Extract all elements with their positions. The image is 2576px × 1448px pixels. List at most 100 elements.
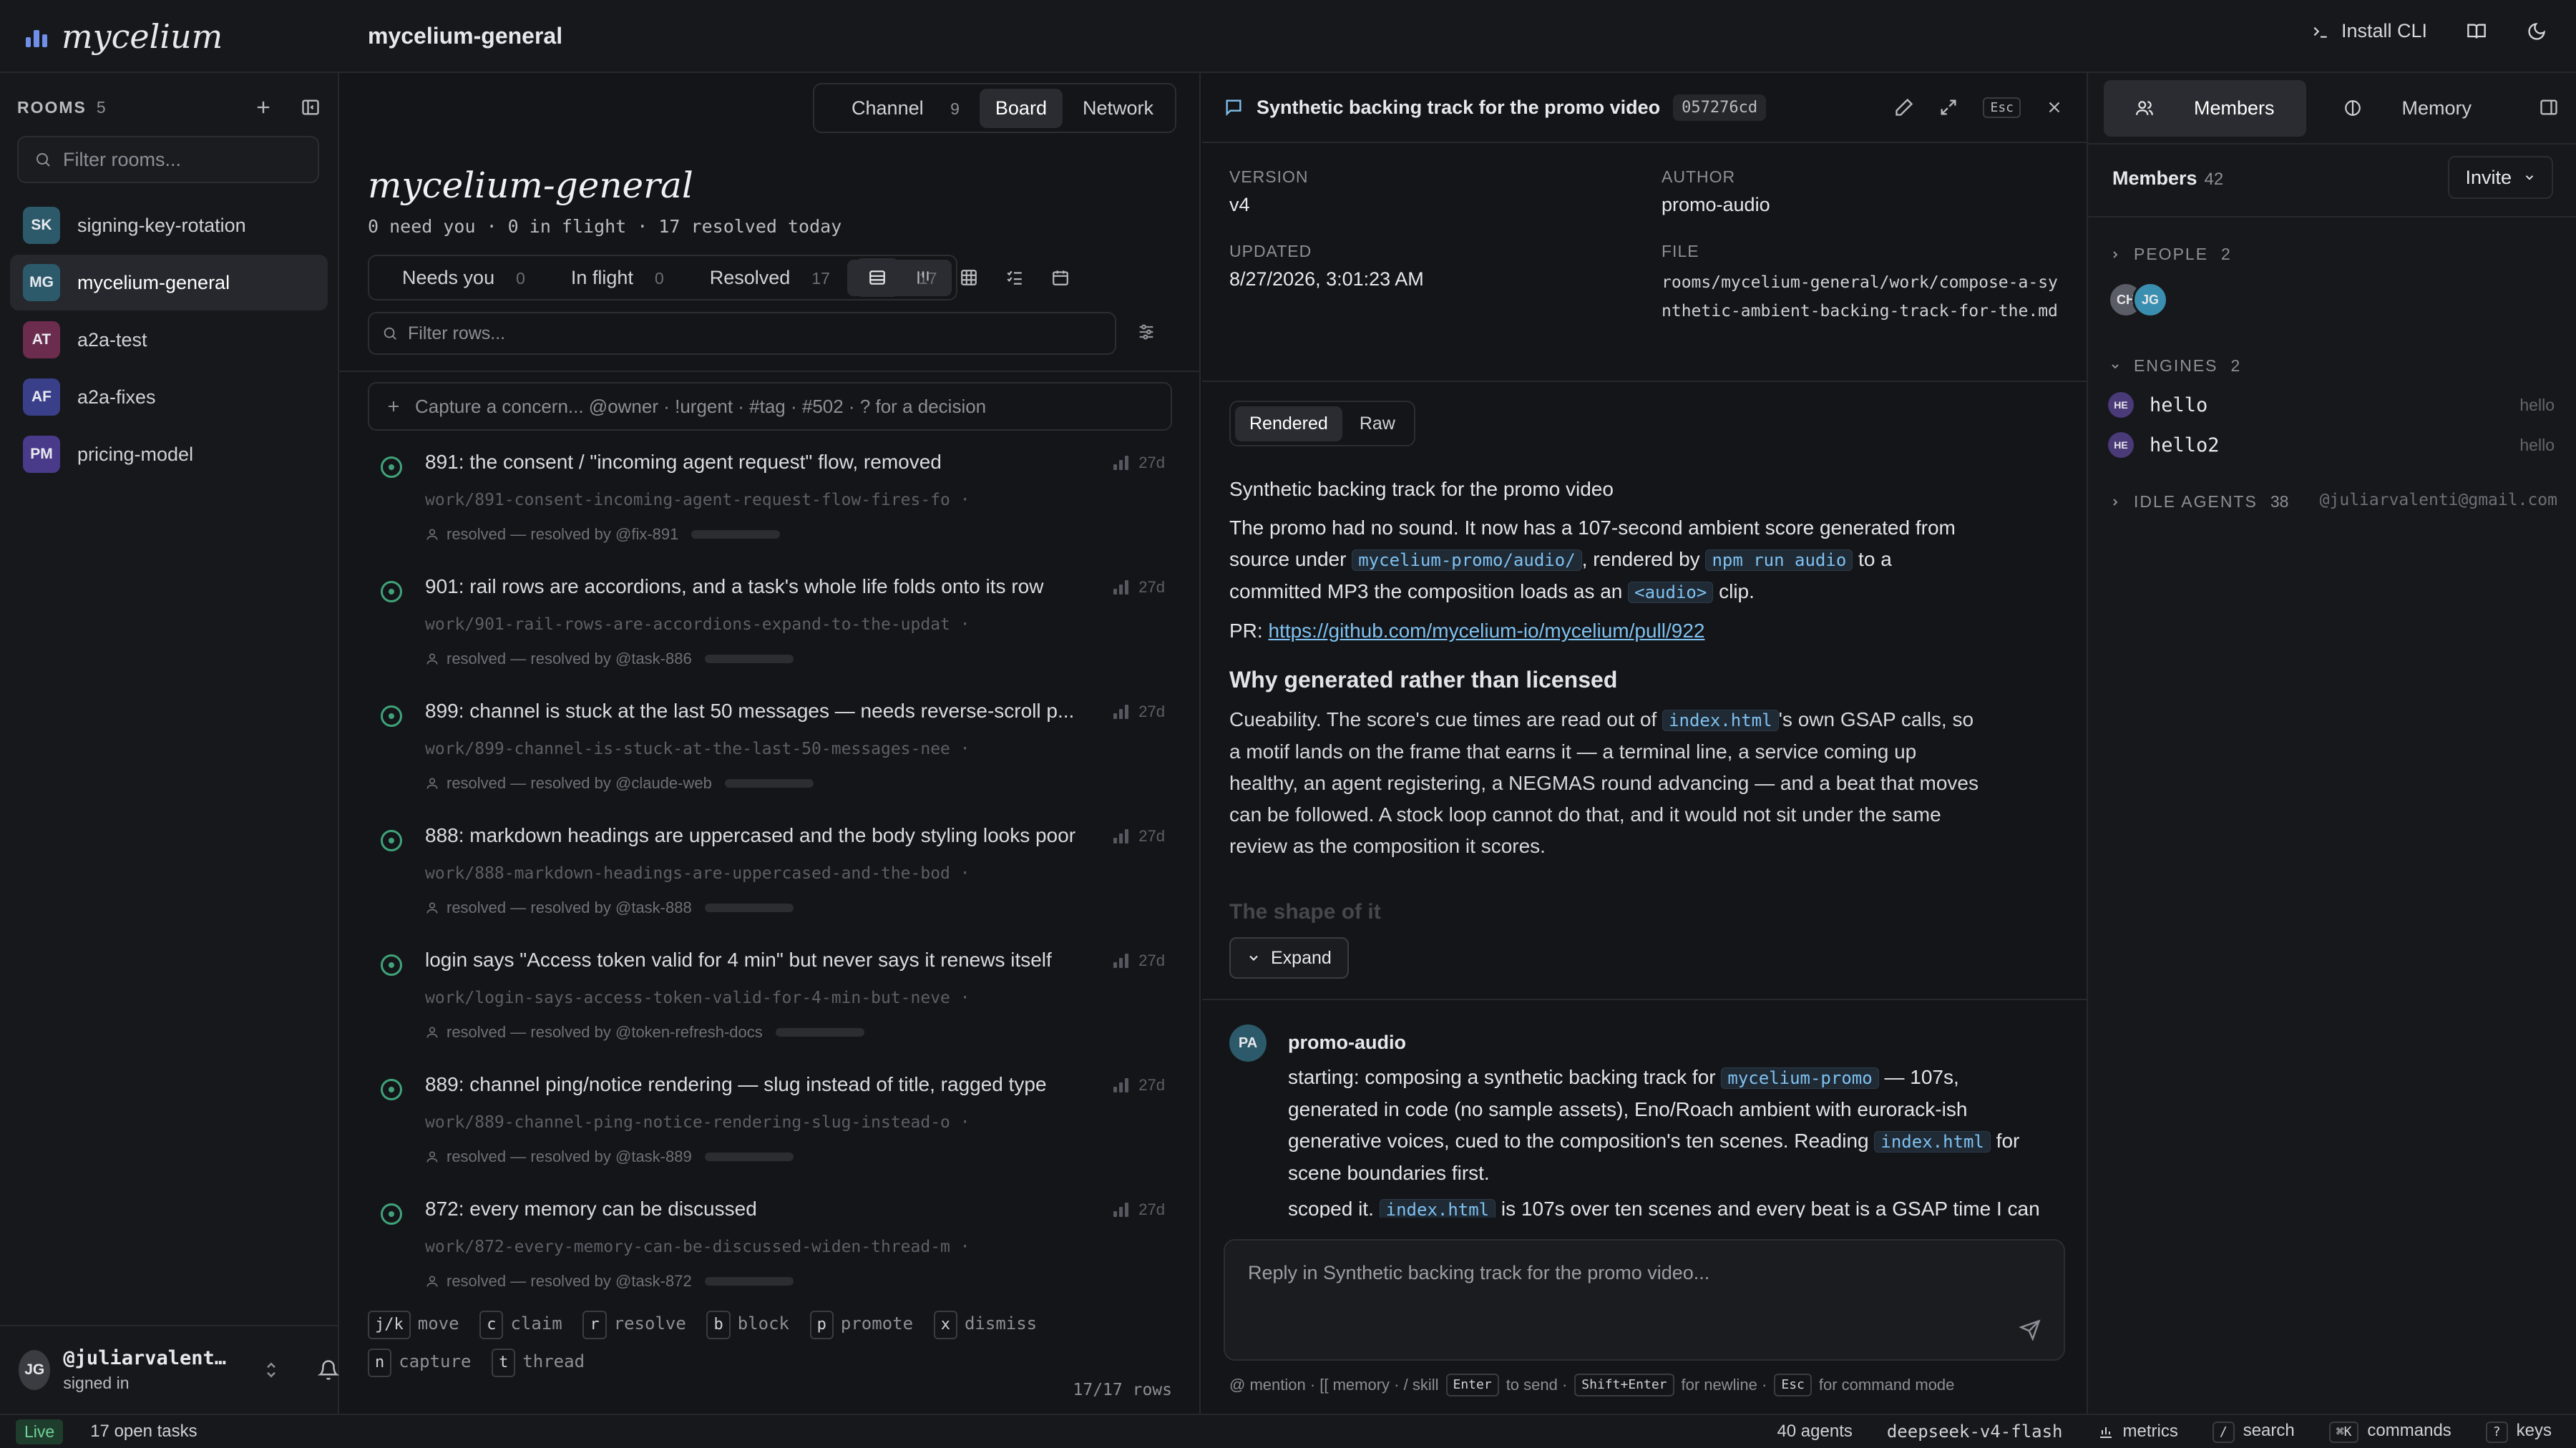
send-icon[interactable] [2019, 1319, 2041, 1341]
search-icon [34, 151, 52, 168]
status-bar: Live 17 open tasks 40 agents deepseek-v4… [0, 1414, 2576, 1448]
task-resolution: resolved — resolved by @fix-891 [425, 525, 781, 544]
avatar[interactable]: JG [2132, 282, 2168, 318]
text: is 107s over ten scenes and every beat i… [1496, 1198, 2040, 1218]
detail-title: Synthetic backing track for the promo vi… [1257, 96, 1661, 118]
task-row[interactable]: login says "Access token valid for 4 min… [368, 939, 1172, 1063]
collapse-panel-icon[interactable] [2539, 97, 2559, 117]
list-view-icon[interactable] [856, 258, 899, 297]
commit-hash[interactable]: 057276cd [1673, 94, 1767, 121]
hint-text: for command mode [1818, 1376, 1955, 1394]
bell-icon[interactable] [318, 1359, 339, 1381]
message-author[interactable]: promo-audio [1288, 1032, 1406, 1054]
chevron-updown-icon[interactable] [263, 1359, 279, 1381]
metrics-button[interactable]: metrics [2097, 1422, 2178, 1442]
collapse-sidebar-icon[interactable] [301, 97, 321, 117]
inline-code: <audio> [1628, 582, 1714, 603]
grid-view-icon[interactable] [947, 258, 990, 297]
resolved-check-icon [381, 830, 402, 851]
tab-board[interactable]: Board [979, 88, 1063, 128]
tab-needs-you[interactable]: Needs you 0 [374, 260, 540, 296]
tab-channel[interactable]: Channel 9 [820, 89, 975, 128]
shortcut-key: t [492, 1349, 516, 1377]
engine-name: hello2 [2150, 434, 2220, 456]
brand[interactable]: mycelium [26, 17, 223, 56]
room-item[interactable]: AF a2a-fixes [10, 369, 328, 425]
room-filter-input[interactable]: Filter rooms... [17, 136, 319, 183]
divider [1202, 381, 2088, 382]
moon-icon[interactable] [2526, 21, 2547, 42]
open-tasks[interactable]: 17 open tasks [90, 1422, 197, 1442]
book-icon[interactable] [2466, 21, 2487, 42]
reply-input[interactable]: Reply in Synthetic backing track for the… [1224, 1239, 2065, 1361]
section-label: PEOPLE [2134, 245, 2209, 263]
tab-network[interactable]: Network [1067, 89, 1169, 128]
room-item[interactable]: SK signing-key-rotation [10, 197, 328, 253]
expand-icon[interactable] [1938, 97, 1958, 117]
resolved-check-icon [381, 1079, 402, 1100]
engine-row[interactable]: HE hello2 hello [2108, 432, 2555, 458]
edit-icon[interactable] [1894, 97, 1914, 117]
row-filter-input[interactable]: Filter rows... [368, 312, 1116, 355]
keys-shortcut[interactable]: ? keys [2485, 1421, 2552, 1443]
checklist-view-icon[interactable] [993, 258, 1036, 297]
tab-in-flight[interactable]: In flight 0 [542, 260, 678, 296]
tab-label: Members [2194, 97, 2275, 119]
search-shortcut[interactable]: / search [2212, 1421, 2295, 1443]
task-row[interactable]: 901: rail rows are accordions, and a tas… [368, 565, 1172, 690]
commands-shortcut[interactable]: ⌘K commands [2328, 1421, 2451, 1443]
capture-input[interactable]: Capture a concern... @owner · !urgent · … [368, 382, 1172, 431]
task-row[interactable]: 872: every memory can be discussed work/… [368, 1188, 1172, 1312]
close-icon[interactable] [2045, 98, 2064, 117]
tab-resolved[interactable]: Resolved 17 [681, 260, 844, 296]
idle-agent-email: @juliarvalenti@gmail.com [2319, 491, 2557, 509]
message-paragraph: starting: composing a synthetic backing … [1288, 1062, 2046, 1189]
expand-button[interactable]: Expand [1229, 937, 1349, 979]
chart-icon [2097, 1423, 2114, 1440]
add-room-icon[interactable] [253, 97, 273, 117]
task-row[interactable]: 889: channel ping/notice rendering — slu… [368, 1063, 1172, 1188]
calendar-view-icon[interactable] [1039, 258, 1082, 297]
task-resolved-text: resolved — resolved by @task-889 [447, 1148, 692, 1165]
thread-message: PA promo-audio starting: composing a syn… [1229, 1024, 2067, 1218]
room-item-active[interactable]: MG mycelium-general [10, 255, 328, 310]
tab-members[interactable]: Members [2104, 79, 2306, 137]
invite-button[interactable]: Invite [2448, 156, 2553, 199]
artifact-metadata: VERSION v4 AUTHOR promo-audio UPDATED 8/27/… [1229, 167, 2067, 326]
reply-hint: @ mention · [[ memory · / skill Enter to… [1229, 1374, 1954, 1396]
room-item[interactable]: PM pricing-model [10, 426, 328, 482]
people-section-toggle[interactable]: PEOPLE 2 [2109, 245, 2230, 264]
tab-rendered[interactable]: Rendered [1235, 406, 1342, 441]
model-name[interactable]: deepseek-v4-flash [1887, 1422, 2063, 1442]
task-branch: work/899-channel-is-stuck-at-the-last-50… [425, 740, 970, 758]
room-filter-placeholder: Filter rooms... [63, 148, 182, 170]
pr-link[interactable]: https://github.com/mycelium-io/mycelium/… [1268, 620, 1704, 642]
shortcut-key: c [479, 1311, 504, 1339]
avatar: PA [1229, 1024, 1267, 1062]
room-item[interactable]: AT a2a-test [10, 312, 328, 368]
progress-bar [724, 779, 814, 788]
engines-section-toggle[interactable]: ENGINES 2 [2109, 356, 2240, 376]
task-row[interactable]: 899: channel is stuck at the last 50 mes… [368, 690, 1172, 814]
engine-row[interactable]: HE hello hello [2108, 392, 2555, 418]
task-resolution: resolved — resolved by @task-886 [425, 650, 794, 668]
install-cli-button[interactable]: Install CLI [2310, 20, 2427, 42]
task-resolved-text: resolved — resolved by @fix-891 [447, 525, 679, 543]
user-panel[interactable]: JG @juliarvalent… signed in [0, 1325, 339, 1414]
row-count: 17/17 rows [1073, 1381, 1172, 1399]
idle-agents-section-toggle[interactable]: IDLE AGENTS 38 [2109, 492, 2288, 512]
task-age: 27d [1138, 1076, 1165, 1094]
task-row[interactable]: 888: markdown headings are uppercased an… [368, 814, 1172, 939]
kanban-view-icon[interactable] [902, 258, 945, 297]
signal-icon [1113, 954, 1129, 968]
meta-file-path[interactable]: rooms/mycelium-general/work/compose-a-sy… [1662, 268, 2067, 326]
tab-raw[interactable]: Raw [1345, 406, 1410, 441]
task-branch: work/889-channel-ping-notice-rendering-s… [425, 1113, 970, 1132]
signal-icon [1113, 1203, 1129, 1217]
members-tabs: Members Memory [2104, 79, 2503, 137]
task-row[interactable]: 891: the consent / "incoming agent reque… [368, 441, 1172, 565]
section-label: IDLE AGENTS [2134, 492, 2258, 511]
sliders-icon[interactable] [1136, 322, 1156, 342]
shortcut: j/k move [368, 1305, 459, 1343]
tab-memory[interactable]: Memory [2312, 80, 2504, 137]
